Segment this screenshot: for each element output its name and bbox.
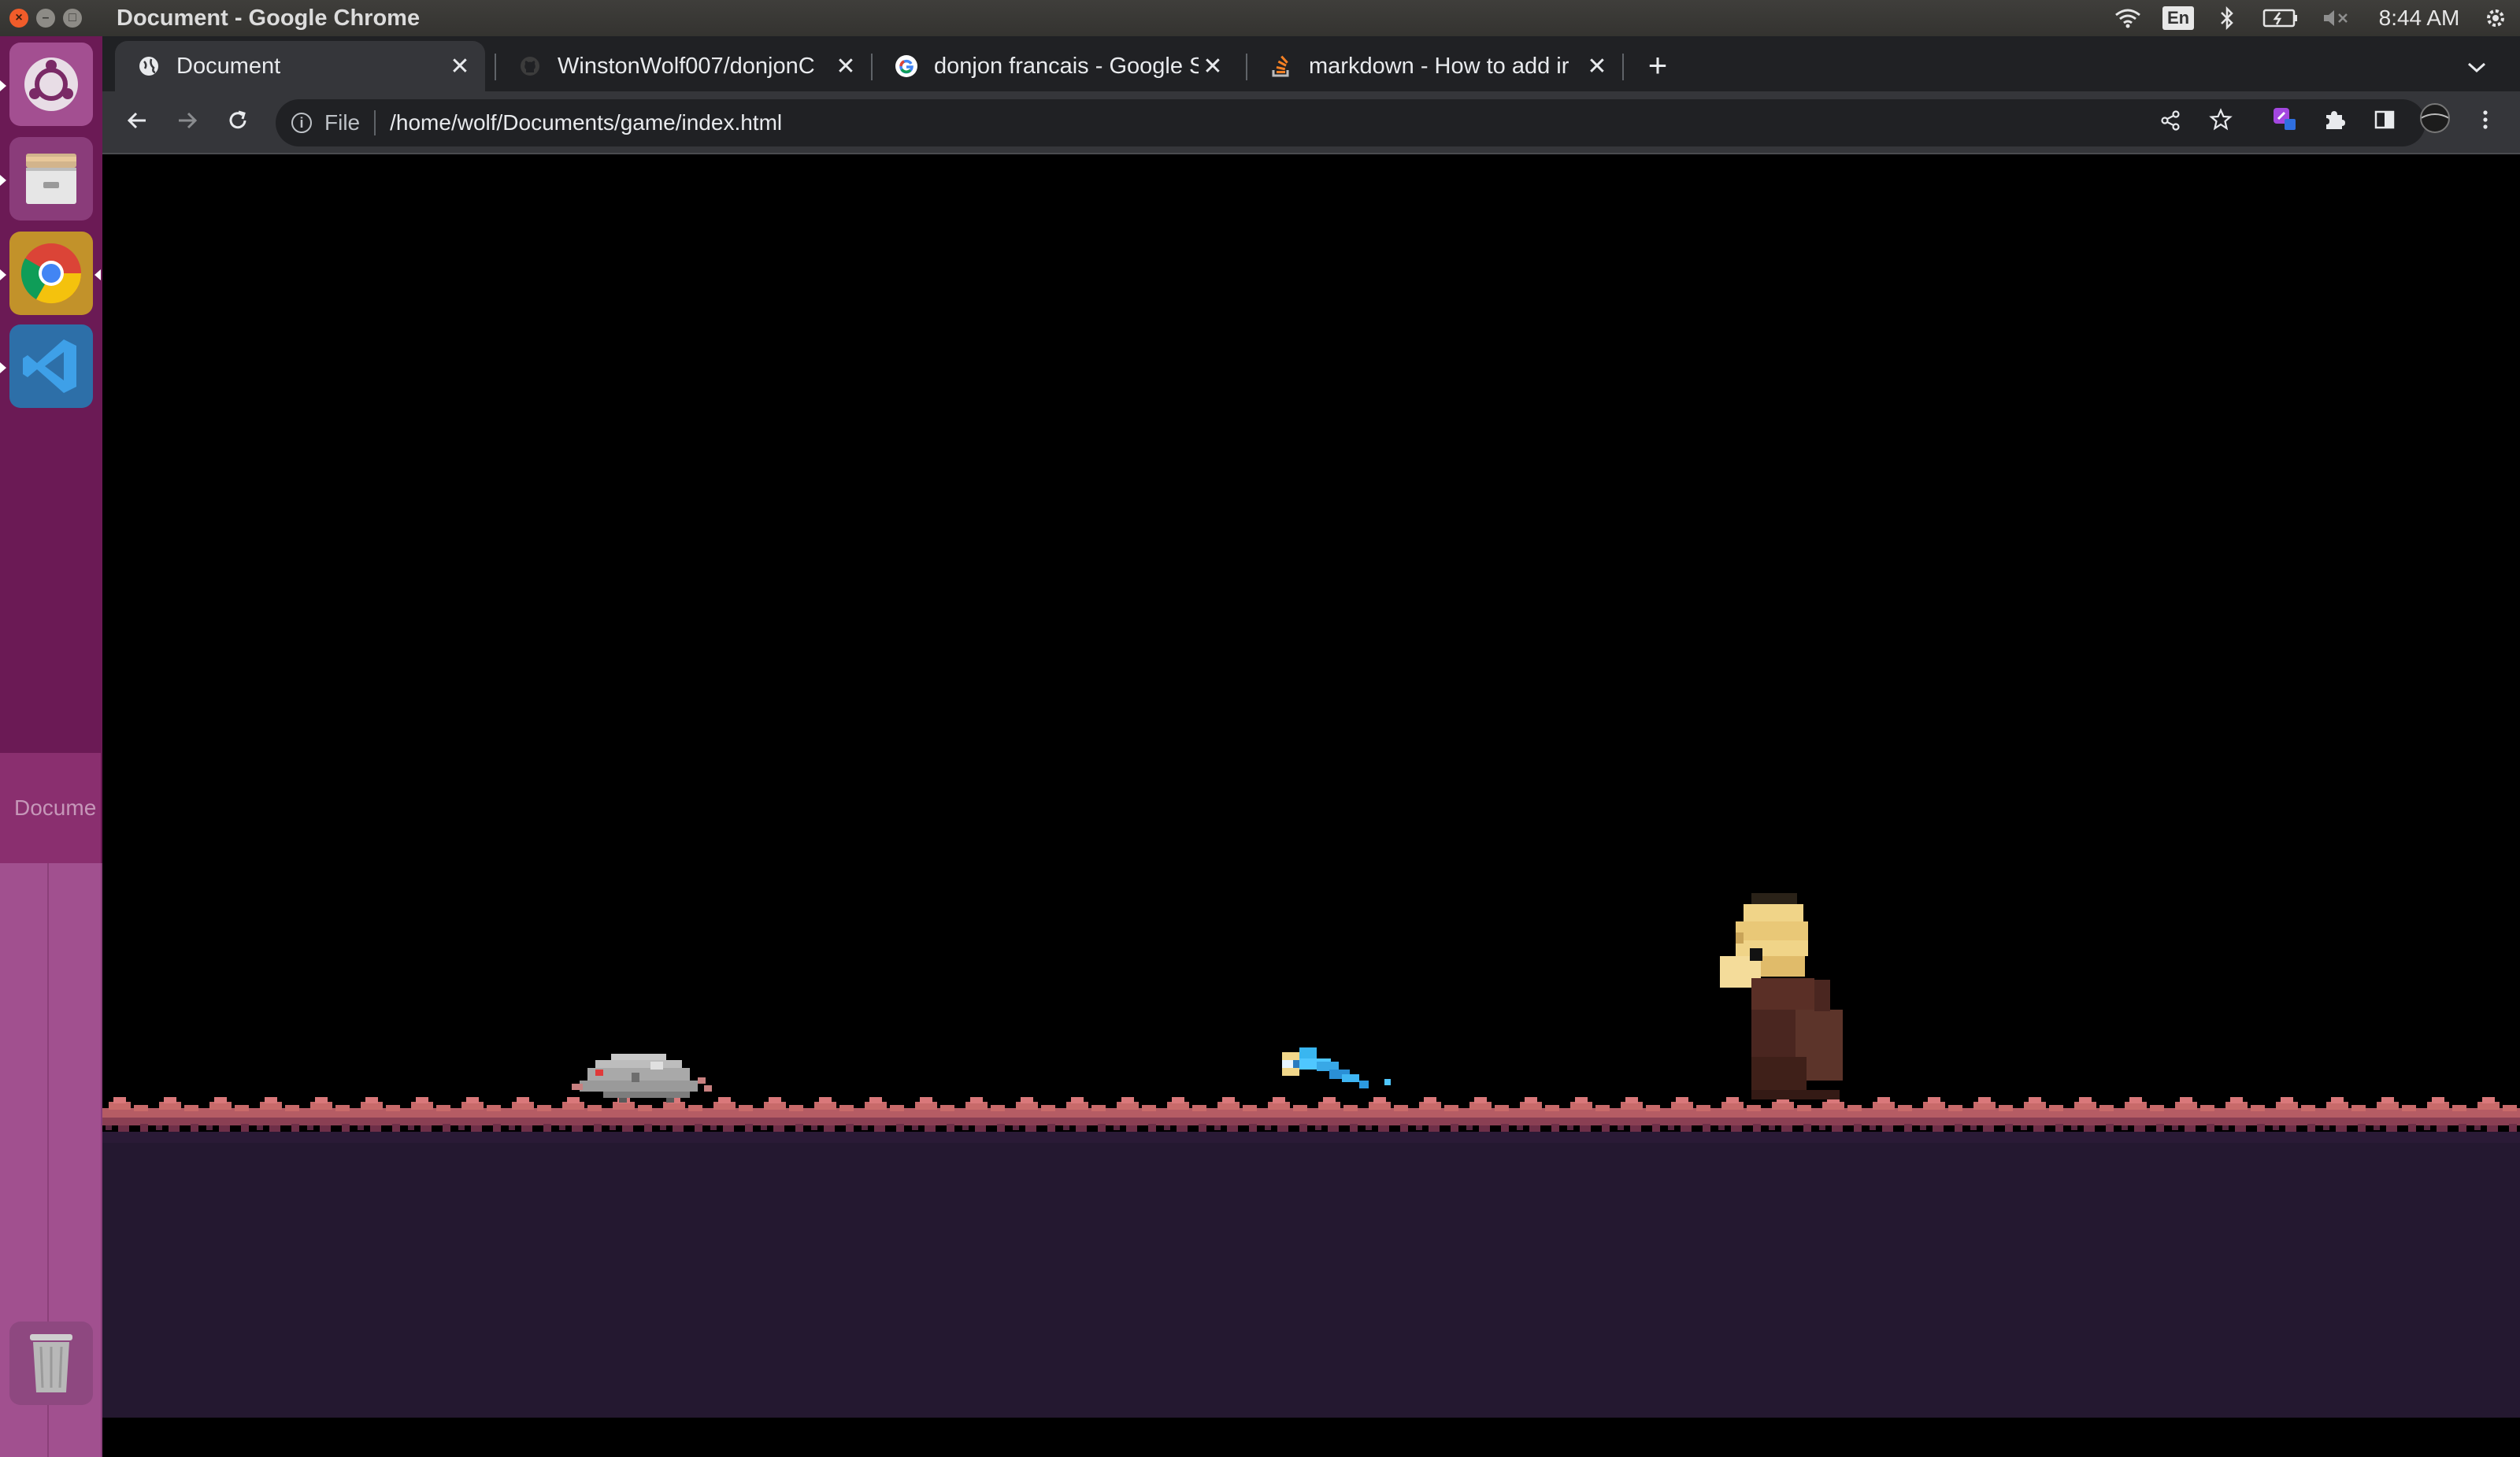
- launcher-window-label: Docume: [0, 753, 101, 863]
- window-title: Document - Google Chrome: [117, 6, 421, 31]
- tab-github[interactable]: WinstonWolf007/donjonC ✕: [496, 41, 871, 91]
- clock[interactable]: 8:44 AM: [2370, 0, 2468, 36]
- hooded-hero-sprite: [1720, 893, 1843, 1099]
- ubuntu-logo-icon: [24, 57, 78, 111]
- window-maximize-button[interactable]: □: [63, 9, 82, 28]
- bluetooth-icon[interactable]: [2211, 0, 2243, 36]
- tab-google-search[interactable]: donjon francais - Google S ✕: [873, 41, 1238, 91]
- ground: [102, 1135, 2520, 1418]
- tab-title: WinstonWolf007/donjonC: [558, 53, 815, 79]
- tab-close-icon[interactable]: ✕: [1199, 53, 1227, 80]
- tab-stackoverflow[interactable]: markdown - How to add ir ✕: [1247, 41, 1622, 91]
- tab-title: donjon francais - Google S: [934, 53, 1199, 79]
- file-cabinet-icon: [26, 154, 76, 204]
- unity-launcher: Docume: [0, 36, 102, 1457]
- launcher-vscode-button[interactable]: [9, 324, 93, 408]
- ground-surface: [102, 1097, 2520, 1143]
- launcher-running-indicator: [0, 269, 6, 280]
- launcher-trash-button[interactable]: [9, 1322, 93, 1405]
- tab-search-chevron-icon[interactable]: [2457, 47, 2496, 87]
- browser-toolbar: i File /home/wolf/Documents/game/index.h…: [102, 91, 2520, 154]
- settings-gear-icon[interactable]: [2477, 0, 2514, 36]
- bookmark-star-icon[interactable]: [2200, 102, 2241, 143]
- chrome-logo-icon: [20, 243, 82, 304]
- launcher-files-button[interactable]: [9, 137, 93, 221]
- share-icon[interactable]: [2150, 102, 2191, 143]
- launcher-dash-button[interactable]: [9, 43, 93, 126]
- stackoverflow-icon: [1269, 54, 1293, 78]
- tab-separator: [1622, 54, 1624, 80]
- tab-close-icon[interactable]: ✕: [832, 53, 860, 80]
- launcher-focus-indicator: [94, 269, 101, 280]
- arrow-right-icon: [179, 112, 198, 129]
- forward-button[interactable]: [167, 102, 208, 143]
- system-top-bar: × – □ Document - Google Chrome En 8:44 A…: [0, 0, 2520, 36]
- tab-document[interactable]: Document ✕: [115, 41, 485, 91]
- chrome-menu-icon[interactable]: [2465, 102, 2506, 143]
- github-icon: [518, 54, 542, 78]
- extension-color-picker-icon[interactable]: [2263, 102, 2304, 143]
- side-panel-icon[interactable]: [2364, 102, 2405, 143]
- tab-strip: Document ✕ WinstonWolf007/donjonC ✕ donj…: [102, 36, 2520, 91]
- site-info-icon[interactable]: i: [291, 113, 312, 133]
- address-url[interactable]: /home/wolf/Documents/game/index.html: [390, 110, 782, 135]
- arrow-left-icon: [127, 112, 146, 129]
- address-separator: [374, 110, 376, 135]
- new-tab-button[interactable]: +: [1638, 47, 1677, 87]
- tab-title: markdown - How to add ir: [1309, 53, 1569, 79]
- address-scheme-label: File: [324, 110, 361, 135]
- launcher-running-indicator: [0, 175, 6, 186]
- google-icon: [895, 54, 918, 78]
- tab-title: Document: [176, 53, 281, 79]
- vscode-logo-icon: [23, 339, 76, 393]
- battery-icon[interactable]: [2259, 0, 2303, 36]
- launcher-running-indicator: [0, 80, 6, 91]
- chrome-browser-window: Document ✕ WinstonWolf007/donjonC ✕ donj…: [102, 36, 2520, 154]
- window-close-button[interactable]: ×: [9, 9, 28, 28]
- profile-avatar[interactable]: [2414, 102, 2455, 143]
- reload-button[interactable]: [217, 102, 258, 143]
- extensions-puzzle-icon[interactable]: [2314, 102, 2355, 143]
- game-canvas[interactable]: [102, 154, 2520, 1418]
- globe-icon: [137, 54, 161, 78]
- keyboard-language-indicator[interactable]: En: [2161, 0, 2196, 36]
- trash-icon: [30, 1334, 72, 1392]
- launcher-running-indicator: [0, 362, 6, 373]
- window-minimize-button[interactable]: –: [36, 9, 55, 28]
- address-bar[interactable]: i File /home/wolf/Documents/game/index.h…: [276, 99, 2426, 146]
- back-button[interactable]: [117, 102, 158, 143]
- volume-muted-icon[interactable]: [2318, 0, 2355, 36]
- blue-spirit-sprite: [1282, 1047, 1391, 1088]
- tab-close-icon[interactable]: ✕: [446, 53, 474, 80]
- reload-icon: [229, 110, 246, 129]
- grey-rat-sprite: [572, 1054, 712, 1103]
- launcher-chrome-button[interactable]: [9, 232, 93, 315]
- wifi-icon[interactable]: [2110, 0, 2145, 36]
- tab-close-icon[interactable]: ✕: [1583, 53, 1611, 80]
